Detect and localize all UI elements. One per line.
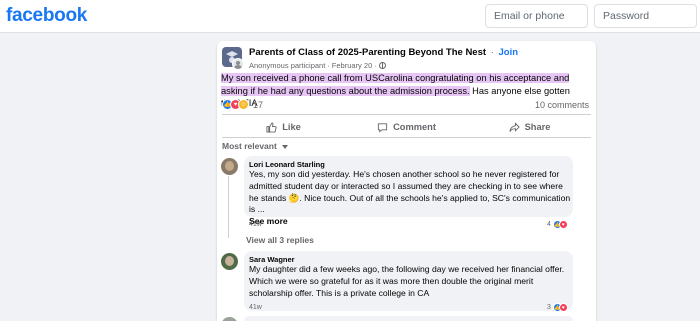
commenter-avatar[interactable] bbox=[221, 317, 238, 321]
comment-time[interactable]: 41w bbox=[249, 304, 262, 311]
top-bar: facebook bbox=[0, 0, 700, 33]
divider bbox=[222, 114, 591, 115]
post-author: Anonymous participant bbox=[249, 61, 326, 70]
reaction-count: 17 bbox=[253, 99, 264, 110]
comment-bubble bbox=[244, 316, 573, 321]
separator: · bbox=[327, 61, 330, 70]
love-reaction-icon: ♥ bbox=[558, 220, 568, 229]
post-card: Parents of Class of 2025-Parenting Beyon… bbox=[217, 41, 596, 321]
divider bbox=[222, 137, 591, 138]
anonymous-avatar bbox=[232, 58, 244, 70]
comment-reaction-count: 3 bbox=[547, 304, 551, 311]
care-reaction-icon: ☺ bbox=[238, 99, 249, 110]
comments-count[interactable]: 10 comments bbox=[535, 100, 589, 110]
thread-line bbox=[228, 176, 229, 238]
comment-bubble: Sara Wagner My daughter did a few weeks … bbox=[244, 251, 573, 311]
comment-author[interactable]: Lori Leonard Starling bbox=[249, 160, 325, 169]
separator: · bbox=[374, 61, 377, 70]
comment-author[interactable]: Sara Wagner bbox=[249, 255, 295, 264]
comment-button[interactable]: Comment bbox=[345, 118, 468, 136]
post-title: Parents of Class of 2025-Parenting Beyon… bbox=[249, 47, 518, 58]
love-reaction-icon: ♥ bbox=[558, 303, 568, 312]
like-button[interactable]: Like bbox=[222, 118, 345, 136]
email-field[interactable] bbox=[485, 4, 588, 28]
comment-reactions[interactable]: 4 👍 ♥ bbox=[547, 220, 568, 229]
comment-text: Yes, my son did yesterday. He's chosen a… bbox=[249, 169, 571, 227]
post-actions: Like Comment Share bbox=[222, 118, 591, 136]
comment-reactions[interactable]: 3 👍 ♥ bbox=[547, 303, 568, 312]
share-button[interactable]: Share bbox=[468, 118, 591, 136]
comment-time[interactable]: 41w bbox=[249, 221, 262, 228]
post-date[interactable]: February 20 bbox=[332, 61, 372, 70]
caret-down-icon bbox=[281, 144, 288, 149]
comment-text: My daughter did a few weeks ago, the fol… bbox=[249, 264, 565, 298]
post-meta: Anonymous participant · February 20 · bbox=[249, 61, 386, 70]
commenter-avatar[interactable] bbox=[221, 253, 238, 270]
commenter-avatar[interactable] bbox=[221, 158, 238, 175]
thumbs-up-icon bbox=[266, 121, 277, 133]
join-link[interactable]: Join bbox=[499, 47, 519, 58]
separator: · bbox=[490, 47, 494, 58]
globe-icon bbox=[378, 62, 386, 69]
reaction-summary[interactable]: 👍 ♥ ☺ 17 bbox=[222, 99, 263, 110]
view-replies-link[interactable]: View all 3 replies bbox=[246, 235, 314, 245]
comment-reaction-count: 4 bbox=[547, 221, 551, 228]
comment-sort-dropdown[interactable]: Most relevant bbox=[222, 141, 288, 151]
share-icon bbox=[509, 121, 520, 132]
facebook-logo[interactable]: facebook bbox=[6, 5, 87, 27]
comment-bubble: Lori Leonard Starling Yes, my son did ye… bbox=[244, 156, 573, 226]
comment-icon bbox=[377, 122, 388, 133]
group-name-link[interactable]: Parents of Class of 2025-Parenting Beyon… bbox=[249, 47, 486, 58]
password-field[interactable] bbox=[594, 4, 697, 28]
